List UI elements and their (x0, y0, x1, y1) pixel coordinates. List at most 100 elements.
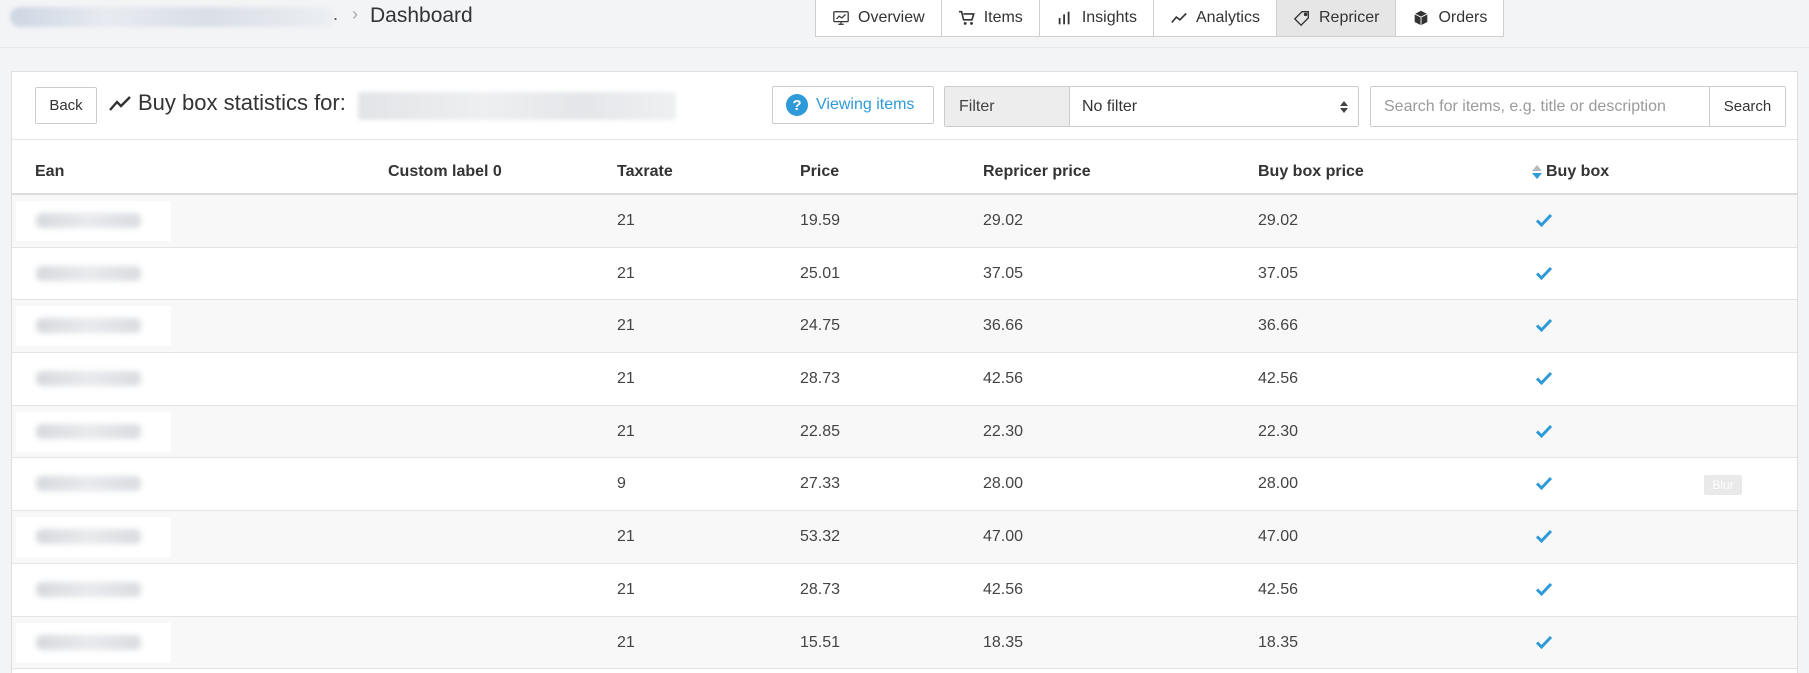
cell-taxrate: 21 (617, 370, 635, 388)
checkmark-icon (1535, 635, 1553, 649)
tab-insights[interactable]: Insights (1040, 0, 1154, 36)
cell-repricer-price: 42.56 (983, 370, 1024, 388)
table-row[interactable]: 21 25.01 37.05 37.05 (12, 248, 1797, 301)
filter-group: Filter No filter (944, 86, 1359, 127)
checkmark-icon (1535, 530, 1553, 544)
column-header-repricer-price[interactable]: Repricer price (983, 163, 1091, 181)
cell-price: 25.01 (800, 264, 841, 282)
ean-redacted (16, 411, 171, 452)
tag-icon (1293, 11, 1309, 27)
cell-taxrate: 21 (617, 633, 635, 651)
ean-redacted (16, 201, 171, 241)
filter-select-value: No filter (1082, 97, 1138, 115)
table-row[interactable]: 21 15.51 18.35 18.35 (12, 616, 1797, 670)
table-row[interactable]: 21 28.73 42.56 42.56 (12, 564, 1797, 617)
cell-price: 53.32 (800, 528, 841, 546)
checkmark-icon (1535, 477, 1553, 491)
presentation-chart-icon (833, 11, 849, 25)
table-row[interactable]: 21 53.32 47.00 47.00 (12, 511, 1797, 564)
table-row[interactable]: 21 24.75 36.66 36.66 (12, 300, 1797, 354)
card-toolbar: Back Buy box statistics for: ? Viewing i… (12, 72, 1797, 140)
back-button[interactable]: Back (35, 87, 97, 124)
cell-price: 24.75 (800, 317, 841, 335)
tab-orders-label: Orders (1438, 9, 1488, 26)
tab-orders[interactable]: Orders (1396, 0, 1503, 36)
buy-box-table: Ean Custom label 0 Taxrate Price Reprice… (12, 140, 1797, 670)
cell-price: 28.73 (800, 370, 841, 388)
cell-taxrate: 21 (617, 264, 635, 282)
filter-label: Filter (945, 87, 1070, 126)
column-header-ean[interactable]: Ean (35, 163, 64, 181)
table-row[interactable]: 21 22.85 22.30 22.30 (12, 405, 1797, 459)
cell-price: 28.73 (800, 580, 841, 598)
table-body: 21 19.59 29.02 29.02 21 25.01 37.05 37.05 21 24.7… (12, 195, 1797, 670)
stats-title-label: Buy box statistics for: (138, 90, 346, 115)
cell-taxrate: 21 (617, 580, 635, 598)
box-icon (1414, 10, 1428, 26)
cell-buy-box-price: 28.00 (1258, 475, 1299, 493)
column-header-custom-label[interactable]: Custom label 0 (388, 163, 502, 181)
cell-repricer-price: 42.56 (983, 580, 1024, 598)
ean-redacted (16, 569, 171, 610)
viewing-items-label: Viewing items (816, 96, 915, 113)
cell-price: 22.85 (800, 422, 841, 440)
cell-repricer-price: 29.02 (983, 212, 1024, 229)
cell-buy-box-price: 29.02 (1258, 212, 1299, 229)
sort-icon (1532, 165, 1542, 179)
tab-repricer[interactable]: Repricer (1276, 0, 1397, 36)
tab-items-label: Items (983, 9, 1023, 26)
line-chart-icon (109, 96, 131, 111)
viewing-items-button[interactable]: ? Viewing items (772, 86, 934, 124)
cell-price: 27.33 (800, 475, 841, 493)
column-header-buy-box[interactable]: Buy box (1532, 163, 1609, 181)
stats-title: Buy box statistics for: (108, 90, 346, 116)
blur-badge[interactable]: Blur (1704, 475, 1742, 496)
top-bar: . › Dashboard Overview Items Insights An… (0, 0, 1809, 48)
cell-buy-box-price: 22.30 (1258, 422, 1299, 440)
tab-overview-label: Overview (858, 9, 925, 26)
cell-buy-box-price: 37.05 (1258, 264, 1299, 282)
main-nav: Overview Items Insights Analytics Repric… (815, 0, 1505, 37)
cell-taxrate: 21 (617, 212, 635, 229)
column-header-buy-box-label: Buy box (1546, 163, 1610, 180)
cell-repricer-price: 18.35 (983, 633, 1024, 651)
tab-insights-label: Insights (1081, 9, 1137, 26)
ean-redacted (16, 253, 171, 294)
cell-repricer-price: 37.05 (983, 264, 1024, 282)
ean-redacted (16, 464, 171, 505)
tab-analytics-label: Analytics (1195, 9, 1260, 26)
line-chart-icon (1171, 12, 1187, 24)
buy-box-card: Back Buy box statistics for: ? Viewing i… (11, 71, 1798, 673)
search-button[interactable]: Search (1709, 87, 1785, 126)
checkmark-icon (1535, 372, 1553, 386)
cell-repricer-price: 22.30 (983, 422, 1024, 440)
cart-icon (958, 10, 975, 25)
column-header-price[interactable]: Price (800, 163, 839, 181)
help-icon: ? (786, 94, 808, 116)
tab-items[interactable]: Items (942, 0, 1040, 36)
table-header: Ean Custom label 0 Taxrate Price Reprice… (12, 140, 1797, 195)
tab-analytics[interactable]: Analytics (1154, 0, 1277, 36)
search-input[interactable] (1371, 87, 1709, 126)
chevron-right-icon: › (352, 4, 358, 24)
cell-repricer-price: 47.00 (983, 528, 1024, 546)
column-header-taxrate[interactable]: Taxrate (617, 163, 673, 181)
cell-buy-box-price: 47.00 (1258, 528, 1299, 546)
table-row[interactable]: 21 19.59 29.02 29.02 (12, 195, 1797, 248)
cell-buy-box-price: 36.66 (1258, 317, 1299, 335)
filter-select[interactable]: No filter (1070, 87, 1358, 126)
table-row[interactable]: 21 28.73 42.56 42.56 (12, 353, 1797, 406)
ean-redacted (16, 517, 171, 558)
tab-overview[interactable]: Overview (816, 0, 942, 36)
checkmark-icon (1535, 582, 1553, 596)
cell-buy-box-price: 18.35 (1258, 633, 1299, 651)
column-header-buy-box-price[interactable]: Buy box price (1258, 163, 1364, 181)
cell-taxrate: 21 (617, 317, 635, 335)
select-arrows-icon (1340, 100, 1348, 113)
checkmark-icon (1535, 319, 1553, 333)
table-row[interactable]: 9 27.33 28.00 28.00 Blur (12, 458, 1797, 512)
bar-chart-icon (1058, 11, 1070, 25)
breadcrumb-store-name[interactable] (10, 7, 335, 27)
cell-buy-box-price: 42.56 (1258, 370, 1299, 388)
cell-taxrate: 21 (617, 422, 635, 440)
